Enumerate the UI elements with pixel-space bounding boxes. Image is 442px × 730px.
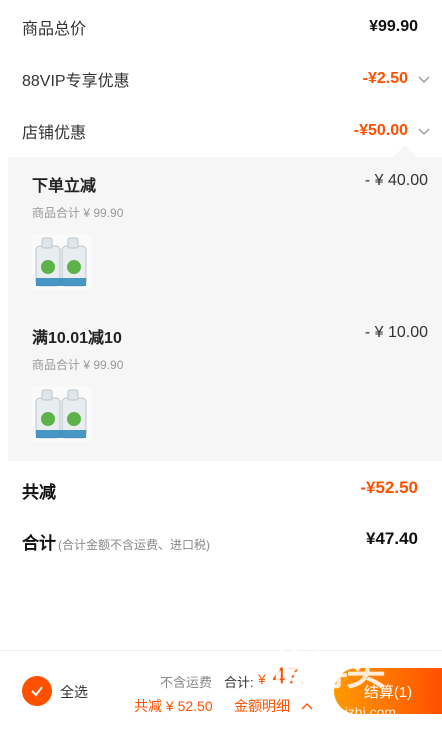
promo-subtotal: 商品合计 ¥ 99.90: [32, 206, 124, 220]
shop-discount-label: 店铺优惠: [22, 125, 87, 142]
goods-total-label: 商品总价: [22, 21, 87, 38]
reduced-amount: 共减 ¥ 52.50: [134, 698, 213, 714]
detergent-bottles-icon: [35, 389, 87, 439]
goods-total-row: 商品总价 ¥99.90: [0, 14, 442, 40]
product-thumbnail[interactable]: [32, 234, 92, 290]
vip-discount-row[interactable]: 88VIP专享优惠 -¥2.50: [0, 66, 442, 92]
panel-notch: [393, 145, 417, 157]
select-all-label[interactable]: 全选: [60, 682, 88, 702]
vip-discount-value: -¥2.50: [362, 70, 408, 87]
promo-title: 下单立减: [32, 178, 97, 195]
sum-value: ¥47.40: [366, 529, 418, 548]
freight-note: 不含运费: [160, 675, 213, 690]
shop-discount-value: -¥50.00: [353, 122, 408, 139]
sum-note: (合计金额不含运费、进口税): [58, 538, 210, 552]
goods-total-value: ¥99.90: [369, 18, 418, 35]
sum-row: 合计 (合计金额不含运费、进口税): [22, 529, 210, 554]
shop-discount-row[interactable]: 店铺优惠 -¥50.00: [0, 118, 442, 144]
select-all-checkbox[interactable]: [22, 676, 52, 706]
sum-label: 合计: [22, 534, 56, 553]
chevron-down-icon[interactable]: [416, 71, 432, 87]
amount-detail-link[interactable]: 金额明细: [234, 696, 290, 716]
check-icon: [31, 686, 43, 697]
watermark-site: zhizhizhi.com: [312, 704, 397, 720]
promo-amount: - ¥ 40.00: [364, 172, 428, 189]
promo-title: 满10.01减10: [32, 330, 122, 347]
total-reduced-label: 共减: [22, 483, 56, 502]
chevron-up-icon[interactable]: [416, 123, 432, 139]
total-reduced-value: -¥52.50: [360, 478, 418, 497]
product-thumbnail[interactable]: [32, 386, 92, 442]
total-label: 合计:: [224, 675, 254, 690]
promo-subtotal: 商品合计 ¥ 99.90: [32, 358, 124, 372]
watermark-logo: 值得买: [270, 649, 386, 693]
detergent-bottles-icon: [35, 237, 87, 287]
currency-symbol: ¥: [258, 671, 266, 687]
promo-amount: - ¥ 10.00: [364, 324, 428, 341]
vip-discount-label: 88VIP专享优惠: [22, 73, 130, 90]
